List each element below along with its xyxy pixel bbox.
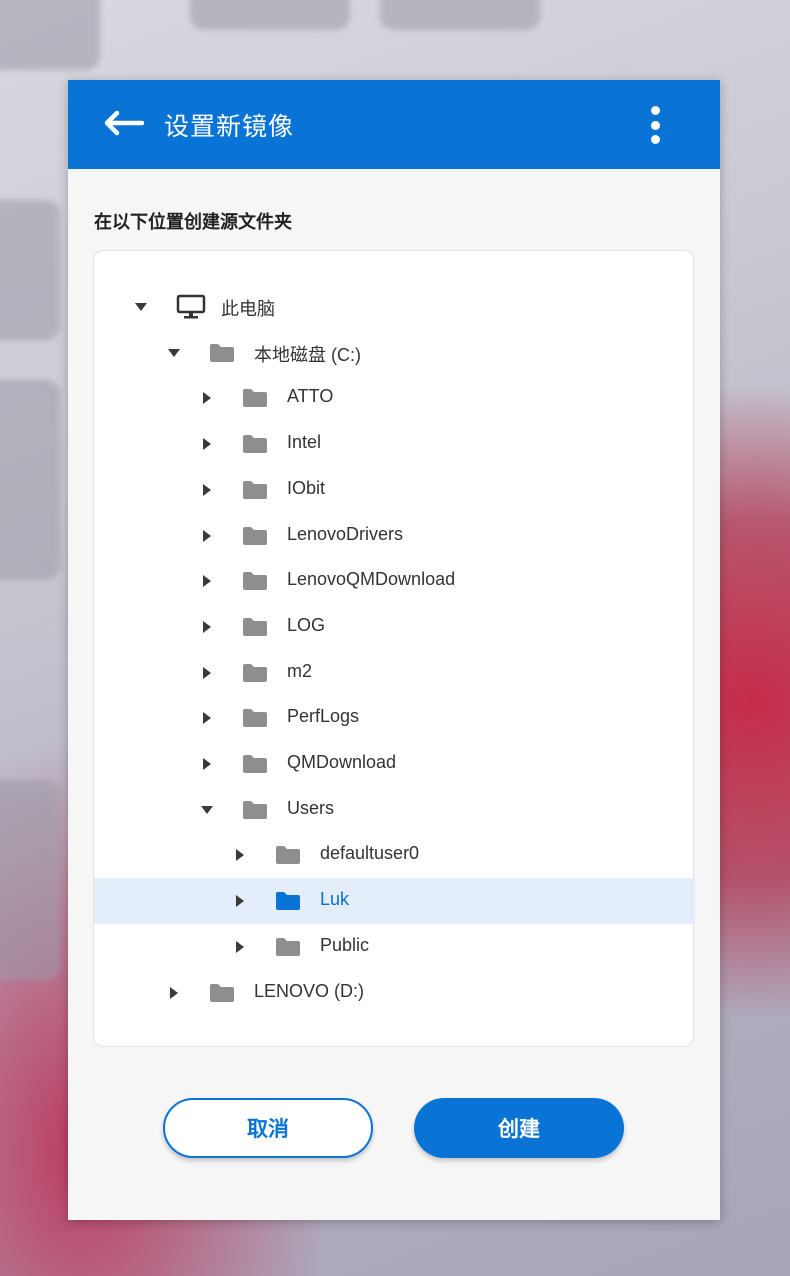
background-key <box>0 780 60 980</box>
folder-icon <box>242 571 268 591</box>
folder-icon <box>275 891 301 911</box>
tree-node[interactable]: LenovoDrivers <box>94 513 695 559</box>
expand-arrow-icon[interactable] <box>203 666 211 679</box>
folder-icon <box>209 983 235 1002</box>
folder-icon <box>242 617 268 636</box>
monitor-icon <box>176 294 206 319</box>
tree-node-label: LOG <box>287 614 326 635</box>
tree-node-label: LENOVO (D:) <box>254 980 365 1001</box>
tree-node-label: PerfLogs <box>287 706 360 727</box>
create-button[interactable]: 创建 <box>414 1098 624 1158</box>
expand-arrow-icon[interactable] <box>203 438 211 451</box>
more-options-button[interactable] <box>640 102 670 148</box>
more-vertical-icon <box>650 106 660 115</box>
tree-node[interactable]: QMDownload <box>94 741 695 787</box>
tree-node[interactable]: Intel <box>94 421 695 467</box>
tree-node[interactable]: LenovoQMDownload <box>94 558 695 604</box>
tree-node[interactable]: m2 <box>94 650 695 696</box>
folder-icon <box>275 937 301 956</box>
back-button[interactable] <box>92 95 154 155</box>
tree-node-label: 此电脑 <box>221 299 275 319</box>
tree-node[interactable]: PerfLogs <box>94 695 695 741</box>
folder-tree: 此电脑本地磁盘 (C:) ATTO Intel IObit LenovoDrivers L… <box>93 250 695 1047</box>
location-prompt: 在以下位置创建源文件夹 <box>94 212 292 233</box>
background-key <box>380 0 540 30</box>
cancel-button[interactable]: 取消 <box>163 1098 373 1158</box>
tree-node-label: Users <box>287 797 335 818</box>
tree-node[interactable]: LENOVO (D:) <box>94 970 695 1016</box>
dialog-title: 设置新镜像 <box>164 111 295 141</box>
collapse-arrow-icon[interactable] <box>168 348 180 357</box>
folder-icon <box>242 754 268 773</box>
tree-node[interactable]: Luk <box>94 878 695 925</box>
folder-icon <box>275 845 301 865</box>
collapse-arrow-icon[interactable] <box>201 805 213 814</box>
expand-arrow-icon[interactable] <box>203 483 211 496</box>
tree-node-label: QMDownload <box>287 752 397 772</box>
tree-node[interactable]: 此电脑 <box>94 284 695 330</box>
tree-node[interactable]: 本地磁盘 (C:) <box>94 330 695 376</box>
tree-node-label: Intel <box>287 432 322 453</box>
folder-icon <box>242 434 268 454</box>
tree-node[interactable]: ATTO <box>94 375 695 421</box>
folder-icon <box>242 708 268 728</box>
tree-node-label: LenovoDrivers <box>287 523 404 544</box>
tree-node[interactable]: defaultuser0 <box>94 832 695 878</box>
folder-icon <box>242 388 268 408</box>
tree-node-label: defaultuser0 <box>320 843 420 864</box>
arrow-left-icon <box>102 110 145 140</box>
tree-node-label: m2 <box>287 660 313 681</box>
tree-node[interactable]: LOG <box>94 604 695 650</box>
title-bar: 设置新镜像 <box>68 80 720 169</box>
collapse-arrow-icon[interactable] <box>135 303 147 311</box>
background-key <box>0 200 60 340</box>
folder-icon <box>242 800 268 819</box>
tree-node[interactable]: Public <box>94 924 695 970</box>
background-key <box>190 0 350 30</box>
expand-arrow-icon[interactable] <box>203 529 211 542</box>
expand-arrow-icon[interactable] <box>203 712 211 725</box>
expand-arrow-icon[interactable] <box>203 392 211 405</box>
background-key <box>0 380 60 580</box>
expand-arrow-icon[interactable] <box>203 758 211 770</box>
expand-arrow-icon[interactable] <box>203 620 211 633</box>
background-key <box>0 0 100 70</box>
folder-icon <box>209 343 235 362</box>
tree-node-label: LenovoQMDownload <box>287 569 456 590</box>
expand-arrow-icon[interactable] <box>236 849 244 862</box>
folder-icon <box>242 663 268 682</box>
tree-node-label: ATTO <box>287 386 334 407</box>
tree-node[interactable]: IObit <box>94 467 695 513</box>
expand-arrow-icon[interactable] <box>236 940 244 953</box>
expand-arrow-icon[interactable] <box>236 895 244 908</box>
new-mirror-dialog: 设置新镜像 在以下位置创建源文件夹 此电脑本地磁盘 (C:) ATTO Intel I… <box>68 80 720 1220</box>
folder-icon <box>242 526 268 545</box>
tree-node-label: Public <box>320 934 370 955</box>
expand-arrow-icon[interactable] <box>203 575 211 588</box>
expand-arrow-icon[interactable] <box>170 986 178 999</box>
tree-node-label: Luk <box>320 889 350 910</box>
folder-icon <box>242 480 268 499</box>
tree-node-label: IObit <box>287 477 326 498</box>
tree-node[interactable]: Users <box>94 787 695 833</box>
tree-node-label: 本地磁盘 (C:) <box>254 344 361 365</box>
